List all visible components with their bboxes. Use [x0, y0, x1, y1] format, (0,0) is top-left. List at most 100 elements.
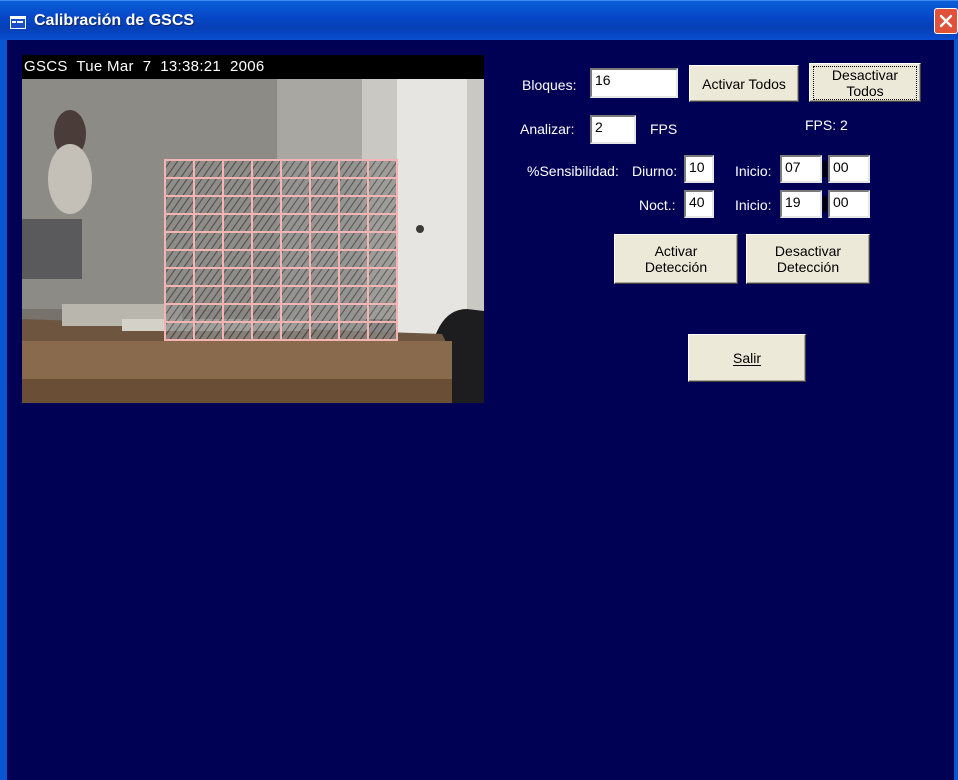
grid-block[interactable]	[280, 321, 311, 341]
grid-block[interactable]	[309, 159, 340, 179]
grid-block[interactable]	[222, 231, 253, 251]
grid-block[interactable]	[367, 195, 398, 215]
grid-block[interactable]	[222, 159, 253, 179]
grid-block[interactable]	[309, 177, 340, 197]
grid-block[interactable]	[338, 213, 369, 233]
grid-block[interactable]	[280, 195, 311, 215]
bloques-input[interactable]: 16	[590, 68, 678, 98]
grid-block[interactable]	[367, 177, 398, 197]
grid-block[interactable]	[222, 213, 253, 233]
diurno-hour-input[interactable]: 07	[780, 155, 822, 183]
grid-block[interactable]	[251, 321, 282, 341]
grid-block[interactable]	[309, 249, 340, 269]
grid-block[interactable]	[251, 249, 282, 269]
title-bar[interactable]: Calibración de GSCS	[0, 0, 958, 40]
grid-block[interactable]	[367, 231, 398, 251]
grid-block[interactable]	[251, 231, 282, 251]
grid-block[interactable]	[193, 177, 224, 197]
activar-todos-label: Activar Todos	[702, 75, 786, 92]
grid-block[interactable]	[164, 159, 195, 179]
grid-block[interactable]	[251, 195, 282, 215]
grid-block[interactable]	[164, 177, 195, 197]
grid-block[interactable]	[222, 285, 253, 305]
activar-deteccion-line2: Detección	[644, 259, 708, 275]
grid-block[interactable]	[193, 195, 224, 215]
grid-block[interactable]	[309, 303, 340, 323]
grid-block[interactable]	[193, 249, 224, 269]
grid-block[interactable]	[367, 159, 398, 179]
grid-block[interactable]	[309, 267, 340, 287]
grid-block[interactable]	[193, 231, 224, 251]
grid-block[interactable]	[193, 321, 224, 341]
grid-block[interactable]	[222, 249, 253, 269]
grid-block[interactable]	[338, 231, 369, 251]
grid-block[interactable]	[367, 285, 398, 305]
grid-block[interactable]	[309, 195, 340, 215]
grid-block[interactable]	[193, 285, 224, 305]
grid-block[interactable]	[222, 177, 253, 197]
grid-block[interactable]	[251, 177, 282, 197]
grid-block[interactable]	[280, 285, 311, 305]
grid-block[interactable]	[164, 213, 195, 233]
activar-deteccion-button[interactable]: Activar Detección	[614, 234, 738, 284]
grid-block[interactable]	[280, 213, 311, 233]
grid-block[interactable]	[309, 231, 340, 251]
grid-block[interactable]	[309, 285, 340, 305]
grid-block[interactable]	[222, 303, 253, 323]
grid-block[interactable]	[367, 303, 398, 323]
camera-preview[interactable]: GSCS Tue Mar 7 13:38:21 2006	[22, 55, 484, 403]
grid-block[interactable]	[164, 321, 195, 341]
grid-block[interactable]	[193, 267, 224, 287]
grid-block[interactable]	[193, 159, 224, 179]
grid-block[interactable]	[280, 159, 311, 179]
grid-block[interactable]	[164, 231, 195, 251]
grid-block[interactable]	[251, 285, 282, 305]
grid-block[interactable]	[193, 303, 224, 323]
grid-block[interactable]	[280, 249, 311, 269]
grid-block[interactable]	[193, 213, 224, 233]
grid-block[interactable]	[280, 177, 311, 197]
noct-minute-input[interactable]: 00	[828, 190, 870, 218]
grid-block[interactable]	[367, 267, 398, 287]
grid-block[interactable]	[164, 249, 195, 269]
diurno-input[interactable]: 10	[684, 155, 714, 183]
grid-block[interactable]	[338, 321, 369, 341]
grid-block[interactable]	[338, 267, 369, 287]
grid-block[interactable]	[309, 213, 340, 233]
diurno-minute-input[interactable]: 00	[828, 155, 870, 183]
grid-block[interactable]	[367, 321, 398, 341]
salir-button[interactable]: Salir	[688, 334, 806, 382]
desactivar-todos-line1: Desactivar	[831, 66, 899, 83]
grid-block[interactable]	[338, 195, 369, 215]
detection-grid	[164, 159, 398, 341]
grid-block[interactable]	[280, 231, 311, 251]
grid-block[interactable]	[338, 177, 369, 197]
grid-block[interactable]	[338, 285, 369, 305]
grid-block[interactable]	[164, 195, 195, 215]
grid-block[interactable]	[251, 303, 282, 323]
desactivar-deteccion-button[interactable]: Desactivar Detección	[746, 234, 870, 284]
close-button[interactable]	[934, 8, 958, 34]
grid-block[interactable]	[164, 285, 195, 305]
grid-block[interactable]	[251, 213, 282, 233]
grid-block[interactable]	[222, 195, 253, 215]
noct-input[interactable]: 40	[684, 190, 714, 218]
grid-block[interactable]	[338, 303, 369, 323]
grid-block[interactable]	[309, 321, 340, 341]
grid-block[interactable]	[251, 159, 282, 179]
grid-block[interactable]	[280, 267, 311, 287]
activar-todos-button[interactable]: Activar Todos	[689, 65, 799, 102]
grid-block[interactable]	[338, 249, 369, 269]
grid-block[interactable]	[164, 303, 195, 323]
desactivar-todos-button[interactable]: Desactivar Todos	[809, 63, 921, 102]
grid-block[interactable]	[164, 267, 195, 287]
grid-block[interactable]	[338, 159, 369, 179]
grid-block[interactable]	[251, 267, 282, 287]
grid-block[interactable]	[367, 249, 398, 269]
grid-block[interactable]	[280, 303, 311, 323]
grid-block[interactable]	[222, 321, 253, 341]
analizar-input[interactable]: 2	[590, 115, 636, 144]
grid-block[interactable]	[222, 267, 253, 287]
grid-block[interactable]	[367, 213, 398, 233]
noct-hour-input[interactable]: 19	[780, 190, 822, 218]
